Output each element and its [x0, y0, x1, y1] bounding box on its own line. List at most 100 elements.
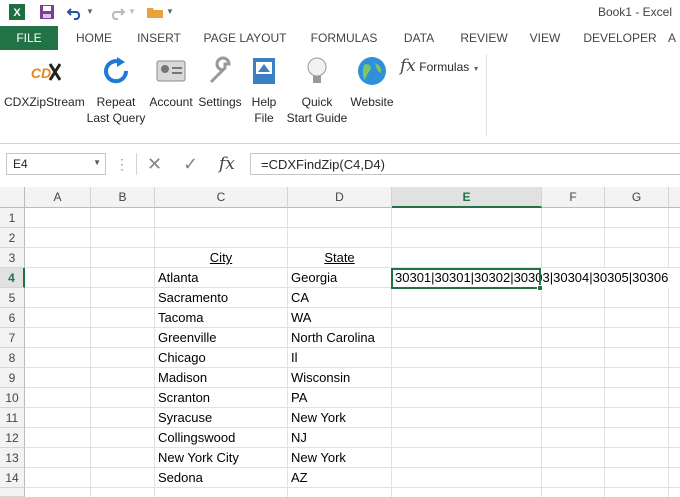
- redo-icon[interactable]: [108, 3, 126, 21]
- tab-insert[interactable]: INSERT: [130, 26, 188, 50]
- quick-label: Quick: [301, 95, 333, 109]
- state-cell[interactable]: PA: [288, 388, 307, 408]
- city-cell[interactable]: Tacoma: [155, 308, 204, 328]
- website-label: Website: [350, 95, 394, 109]
- tab-home[interactable]: HOME: [66, 26, 122, 50]
- fill-handle[interactable]: [537, 285, 543, 291]
- help-label: Help: [251, 95, 277, 109]
- gridline: [668, 208, 669, 497]
- state-cell[interactable]: New York: [288, 448, 346, 468]
- start-guide-label: Start Guide: [286, 111, 348, 125]
- city-cell[interactable]: Atlanta: [155, 268, 198, 288]
- gridline: [391, 208, 392, 497]
- formula-bar: E4 ▼ ⋮ ✕ ✓ fx =CDXFindZip(C4,D4): [0, 144, 680, 186]
- insert-function-icon[interactable]: fx: [219, 153, 235, 175]
- save-icon[interactable]: [38, 3, 56, 21]
- row-header[interactable]: 10: [0, 388, 25, 408]
- tab-page-layout[interactable]: PAGE LAYOUT: [198, 26, 292, 50]
- gridline: [25, 307, 680, 308]
- row-header[interactable]: 2: [0, 228, 25, 248]
- state-cell[interactable]: CA: [288, 288, 309, 308]
- row-header[interactable]: 13: [0, 448, 25, 468]
- column-header-d[interactable]: D: [288, 187, 392, 208]
- undo-icon[interactable]: [66, 3, 84, 21]
- row-header[interactable]: 5: [0, 288, 25, 308]
- column-header-h-partial[interactable]: [669, 187, 680, 208]
- redo-dropdown-icon[interactable]: ▼: [128, 7, 136, 16]
- city-cell[interactable]: Chicago: [155, 348, 206, 368]
- row-header[interactable]: 3: [0, 248, 25, 268]
- tab-review[interactable]: REVIEW: [456, 26, 512, 50]
- account-button[interactable]: Account: [146, 54, 196, 110]
- city-cell[interactable]: Syracuse: [155, 408, 212, 428]
- gridline: [25, 227, 680, 228]
- quick-access-toolbar: X ▼ ▼ ▼ Book1 - Excel: [0, 0, 680, 26]
- city-cell[interactable]: Madison: [155, 368, 207, 388]
- help-file-button[interactable]: Help File: [246, 54, 282, 126]
- select-all-corner[interactable]: [0, 187, 25, 208]
- tab-formulas[interactable]: FORMULAS: [306, 26, 382, 50]
- name-box[interactable]: E4 ▼: [6, 153, 106, 175]
- gridline: [604, 208, 605, 497]
- quick-start-guide-button[interactable]: Quick Start Guide: [284, 54, 350, 126]
- row-header-partial[interactable]: [0, 488, 25, 497]
- website-button[interactable]: Website: [348, 54, 396, 110]
- state-cell[interactable]: New York: [288, 408, 346, 428]
- tab-addins-truncated[interactable]: A: [664, 26, 680, 50]
- tab-view[interactable]: VIEW: [522, 26, 568, 50]
- help-book-icon: [253, 58, 275, 84]
- state-cell[interactable]: North Carolina: [288, 328, 375, 348]
- column-header-a[interactable]: A: [25, 187, 91, 208]
- row-header[interactable]: 11: [0, 408, 25, 428]
- state-cell[interactable]: Wisconsin: [288, 368, 350, 388]
- state-cell[interactable]: Georgia: [288, 268, 337, 288]
- cdxzipstream-button[interactable]: CD CDXZipStream: [4, 54, 85, 110]
- name-box-dropdown-icon[interactable]: ▼: [93, 158, 101, 167]
- row-header[interactable]: 14: [0, 468, 25, 488]
- undo-dropdown-icon[interactable]: ▼: [86, 7, 94, 16]
- row-header[interactable]: 12: [0, 428, 25, 448]
- tab-developer[interactable]: DEVELOPER: [580, 26, 660, 50]
- tab-file[interactable]: FILE: [0, 26, 58, 50]
- city-cell[interactable]: Sacramento: [155, 288, 228, 308]
- tab-data[interactable]: DATA: [394, 26, 444, 50]
- gridline: [90, 208, 91, 497]
- formula-bar-grip-icon[interactable]: ⋮: [115, 153, 129, 175]
- state-cell[interactable]: WA: [288, 308, 311, 328]
- column-header-c[interactable]: C: [155, 187, 288, 208]
- city-cell[interactable]: Scranton: [155, 388, 210, 408]
- city-cell[interactable]: Greenville: [155, 328, 217, 348]
- row-header[interactable]: 6: [0, 308, 25, 328]
- open-folder-icon[interactable]: [146, 3, 164, 21]
- state-cell[interactable]: Il: [288, 348, 298, 368]
- qat-customize-icon[interactable]: ▼: [166, 7, 174, 16]
- formulas-dropdown[interactable]: fx Formulas ▼: [400, 56, 480, 76]
- state-header-cell[interactable]: State: [288, 248, 391, 268]
- worksheet-grid[interactable]: A B C D E F G 1 2 3 4 5 6 7 8 9 10 11 12…: [0, 187, 680, 497]
- state-cell[interactable]: NJ: [288, 428, 307, 448]
- gridline: [541, 208, 542, 497]
- row-header[interactable]: 9: [0, 368, 25, 388]
- settings-button[interactable]: Settings: [196, 54, 244, 110]
- repeat-last-query-button[interactable]: Repeat Last Query: [86, 54, 146, 126]
- state-cell[interactable]: AZ: [288, 468, 308, 488]
- city-header-cell[interactable]: City: [155, 248, 287, 268]
- active-cell-border: [391, 268, 541, 289]
- city-cell[interactable]: Sedona: [155, 468, 203, 488]
- row-header[interactable]: 1: [0, 208, 25, 228]
- cdx-logo-icon: CD: [31, 63, 62, 81]
- cancel-icon[interactable]: ✕: [147, 153, 162, 175]
- column-header-g[interactable]: G: [605, 187, 669, 208]
- city-cell[interactable]: New York City: [155, 448, 239, 468]
- formula-input[interactable]: =CDXFindZip(C4,D4): [250, 153, 680, 175]
- column-header-b[interactable]: B: [91, 187, 155, 208]
- city-cell[interactable]: Collingswood: [155, 428, 235, 448]
- row-header-selected[interactable]: 4: [0, 268, 25, 288]
- column-header-f[interactable]: F: [542, 187, 605, 208]
- row-header[interactable]: 8: [0, 348, 25, 368]
- row-header[interactable]: 7: [0, 328, 25, 348]
- enter-check-icon[interactable]: ✓: [183, 153, 198, 175]
- gridline: [25, 487, 680, 488]
- account-label: Account: [149, 95, 193, 109]
- column-header-e[interactable]: E: [392, 187, 542, 208]
